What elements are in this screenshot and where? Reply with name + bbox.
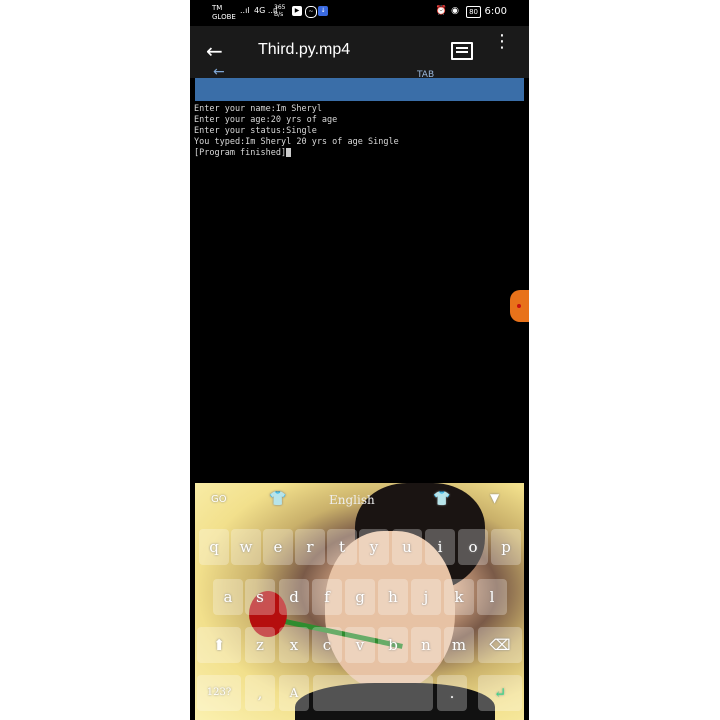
net-speed: 365 B/s: [274, 4, 285, 18]
key-e[interactable]: e: [263, 529, 293, 565]
collapse-keyboard-icon[interactable]: ▼: [490, 491, 499, 505]
key-d[interactable]: d: [279, 579, 309, 615]
theme-shirt-icon[interactable]: 👕: [269, 491, 286, 507]
language-label: English: [329, 493, 375, 507]
terminal-output: Enter your name:Im Sheryl Enter your age:…: [194, 104, 399, 159]
subtitles-icon[interactable]: [451, 42, 473, 60]
carrier-line1: TM: [212, 4, 223, 12]
key-z[interactable]: z: [245, 627, 275, 663]
program-finished-text: [Program finished]: [194, 148, 287, 158]
key-o[interactable]: o: [458, 529, 488, 565]
skin-shirt-icon[interactable]: 👕: [433, 491, 450, 507]
backspace-key[interactable]: ⌫: [478, 627, 522, 663]
eye-comfort-icon: ◉: [451, 6, 459, 16]
enter-key[interactable]: ↵: [478, 675, 522, 711]
key-w[interactable]: w: [231, 529, 261, 565]
recorded-tab-label: TAB: [417, 70, 435, 80]
soft-keyboard: GO 👕 English 👕 ▼ q w e r t y u i o p a s…: [195, 483, 524, 720]
key-row-2: a s d f g h j k l: [195, 579, 524, 619]
net-speed-unit: B/s: [274, 11, 284, 18]
floating-bubble-icon[interactable]: [510, 290, 529, 322]
terminal-line: Enter your age:20 yrs of age: [194, 115, 338, 125]
video-title: Third.py.mp4: [258, 41, 351, 58]
messenger-icon: ~: [305, 6, 317, 18]
key-l[interactable]: l: [477, 579, 507, 615]
recorded-back-icon: ←: [213, 64, 225, 80]
key-g[interactable]: g: [345, 579, 375, 615]
battery-icon: 80: [466, 6, 481, 18]
key-p[interactable]: p: [491, 529, 521, 565]
key-j[interactable]: j: [411, 579, 441, 615]
key-i[interactable]: i: [425, 529, 455, 565]
carrier-label: TM GLOBE: [212, 4, 236, 22]
terminal-line: You typed:Im Sheryl 20 yrs of age Single: [194, 137, 399, 147]
key-q[interactable]: q: [199, 529, 229, 565]
key-r[interactable]: r: [295, 529, 325, 565]
phone-screen: TM GLOBE ..ıl 4G ..ıl 365 B/s ▶ ~ ↓ ⏰ ◉ …: [190, 0, 529, 720]
shift-key[interactable]: ⬆: [197, 627, 241, 663]
key-m[interactable]: m: [444, 627, 474, 663]
key-row-4: 123? , A . ↵: [195, 675, 524, 715]
status-bar: TM GLOBE ..ıl 4G ..ıl 365 B/s ▶ ~ ↓ ⏰ ◉ …: [190, 0, 529, 26]
key-x[interactable]: x: [279, 627, 309, 663]
clock: 6:00: [484, 6, 507, 17]
key-a[interactable]: a: [213, 579, 243, 615]
space-key[interactable]: [313, 675, 433, 711]
terminal-cursor: [286, 148, 292, 157]
symbols-key[interactable]: 123?: [197, 675, 241, 711]
net-speed-value: 365: [274, 4, 286, 11]
download-icon: ↓: [318, 6, 328, 16]
period-key[interactable]: .: [437, 675, 467, 711]
terminal-line: Enter your status:Single: [194, 126, 317, 136]
key-u[interactable]: u: [392, 529, 422, 565]
key-b[interactable]: b: [378, 627, 408, 663]
alarm-icon: ⏰: [435, 6, 447, 16]
key-n[interactable]: n: [411, 627, 441, 663]
video-app-bar: ← Third.py.mp4 ⋮: [190, 26, 529, 78]
language-switch-key[interactable]: A: [279, 675, 309, 711]
key-k[interactable]: k: [444, 579, 474, 615]
keyboard-toolbar: GO 👕 English 👕 ▼: [195, 483, 524, 517]
key-c[interactable]: c: [312, 627, 342, 663]
signal-icon: ..ıl: [240, 6, 250, 15]
key-y[interactable]: y: [359, 529, 389, 565]
key-h[interactable]: h: [378, 579, 408, 615]
go-icon[interactable]: GO: [211, 494, 227, 505]
comma-key[interactable]: ,: [245, 675, 275, 711]
key-row-1: q w e r t y u i o p: [195, 529, 524, 569]
key-row-3: ⬆ z x c v b n m ⌫: [195, 627, 524, 667]
back-arrow-icon[interactable]: ←: [206, 38, 223, 64]
youtube-icon: ▶: [292, 6, 302, 16]
key-t[interactable]: t: [327, 529, 357, 565]
terminal-line-last: [Program finished]: [194, 148, 399, 159]
key-s[interactable]: s: [245, 579, 275, 615]
more-options-icon[interactable]: ⋮: [493, 33, 511, 51]
carrier-line2: GLOBE: [212, 13, 236, 21]
key-f[interactable]: f: [312, 579, 342, 615]
key-v[interactable]: v: [345, 627, 375, 663]
terminal-line: Enter your name:Im Sheryl: [194, 104, 322, 114]
recorded-toolbar: ← TAB: [195, 64, 524, 101]
